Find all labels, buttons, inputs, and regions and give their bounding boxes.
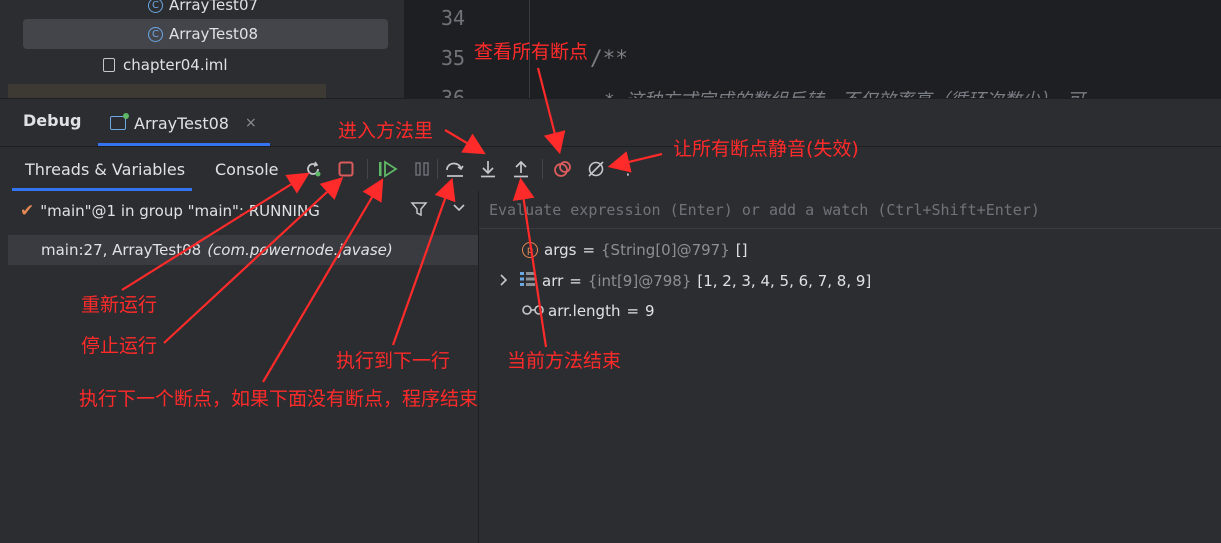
tree-item-arraytest07[interactable]: C ArrayTest07 bbox=[148, 0, 258, 20]
toolbar-separator bbox=[542, 159, 543, 179]
debug-header: Debug ArrayTest08 × bbox=[0, 98, 1221, 147]
check-icon: ✔ bbox=[20, 201, 35, 221]
run-config-icon bbox=[110, 113, 129, 130]
chevron-right-icon[interactable] bbox=[499, 272, 509, 290]
frame-package: (com.powernode.javase) bbox=[207, 241, 393, 259]
variable-value: 9 bbox=[645, 302, 655, 320]
line-number: 34 bbox=[441, 6, 466, 30]
project-tree: C ArrayTest07 C ArrayTest08 chapter04.im… bbox=[0, 0, 404, 98]
tab-threads-variables[interactable]: Threads & Variables bbox=[25, 147, 185, 191]
file-icon bbox=[103, 58, 115, 72]
mute-breakpoints-icon[interactable] bbox=[586, 159, 606, 179]
toolbar-separator bbox=[367, 159, 368, 179]
note-step-into: 进入方法里 bbox=[338, 120, 434, 142]
note-mute-breakpoints: 让所有断点静音(失效) bbox=[673, 138, 859, 160]
debug-tab-arraytest08[interactable]: ArrayTest08 × bbox=[98, 99, 269, 147]
resume-icon[interactable] bbox=[378, 159, 398, 179]
parameter-icon: p bbox=[522, 242, 538, 258]
debug-toolbar: Threads & Variables Console ⋮ bbox=[0, 146, 1221, 191]
watch-glasses-icon bbox=[522, 302, 544, 320]
filter-icon[interactable] bbox=[410, 200, 428, 222]
step-into-icon[interactable] bbox=[478, 159, 498, 179]
more-options-icon[interactable]: ⋮ bbox=[618, 159, 638, 179]
toolbar-separator bbox=[437, 159, 438, 179]
tree-item-chapter04-iml[interactable]: chapter04.iml bbox=[103, 50, 228, 80]
note-step-over: 执行到下一行 bbox=[336, 350, 451, 372]
chevron-down-icon[interactable] bbox=[452, 200, 466, 218]
class-icon: C bbox=[148, 0, 163, 13]
variable-row-arr[interactable]: arr = {int[9]@798} [1, 2, 3, 4, 5, 6, 7,… bbox=[499, 267, 871, 295]
note-view-breakpoints: 查看所有断点 bbox=[474, 41, 589, 63]
variable-value: [1, 2, 3, 4, 5, 6, 7, 8, 9] bbox=[697, 272, 872, 290]
frame-label: main:27, ArrayTest08 bbox=[41, 241, 202, 259]
tree-item-arraytest08[interactable]: C ArrayTest08 bbox=[23, 19, 388, 49]
variable-type: {int[9]@798} bbox=[587, 272, 692, 290]
tree-item-label: ArrayTest08 bbox=[169, 25, 259, 43]
thread-selector[interactable]: ✔ "main"@1 in group "main": RUNNING bbox=[8, 195, 478, 227]
tree-item-label: chapter04.iml bbox=[123, 56, 228, 74]
code-comment-start: /** bbox=[590, 46, 628, 70]
step-over-icon[interactable] bbox=[445, 159, 465, 179]
note-resume: 执行下一个断点，如果下面没有断点，程序结束 bbox=[79, 388, 479, 410]
tree-partial-row bbox=[8, 84, 326, 98]
variable-value: [] bbox=[735, 241, 748, 259]
variable-row-args[interactable]: p args = {String[0]@797} [] bbox=[522, 236, 747, 264]
variable-name: arr.length bbox=[548, 302, 621, 320]
step-out-icon[interactable] bbox=[511, 159, 531, 179]
pause-icon[interactable] bbox=[412, 159, 432, 179]
note-rerun: 重新运行 bbox=[81, 294, 158, 316]
rerun-icon[interactable] bbox=[303, 159, 323, 179]
evaluate-expression-input[interactable]: Evaluate expression (Enter) or add a wat… bbox=[479, 191, 1221, 229]
variable-name: args bbox=[544, 241, 577, 259]
variable-row-arr-length[interactable]: arr.length = 9 bbox=[522, 297, 655, 325]
view-breakpoints-icon[interactable] bbox=[553, 159, 573, 179]
variable-name: arr bbox=[542, 272, 564, 290]
thread-label: "main"@1 in group "main": RUNNING bbox=[40, 202, 320, 220]
line-number: 35 bbox=[441, 46, 466, 70]
debug-title: Debug bbox=[23, 111, 82, 130]
close-icon[interactable]: × bbox=[245, 115, 257, 131]
tree-item-label: ArrayTest07 bbox=[169, 0, 259, 14]
array-icon bbox=[519, 271, 536, 291]
stop-icon[interactable] bbox=[336, 159, 356, 179]
note-step-out: 当前方法结束 bbox=[507, 350, 622, 372]
variable-type: {String[0]@797} bbox=[601, 241, 730, 259]
class-icon: C bbox=[148, 26, 163, 42]
note-stop: 停止运行 bbox=[81, 335, 158, 357]
debug-tab-label: ArrayTest08 bbox=[134, 113, 229, 133]
tab-console[interactable]: Console bbox=[215, 147, 279, 191]
stack-frame-row[interactable]: main:27, ArrayTest08 (com.powernode.java… bbox=[8, 235, 478, 265]
